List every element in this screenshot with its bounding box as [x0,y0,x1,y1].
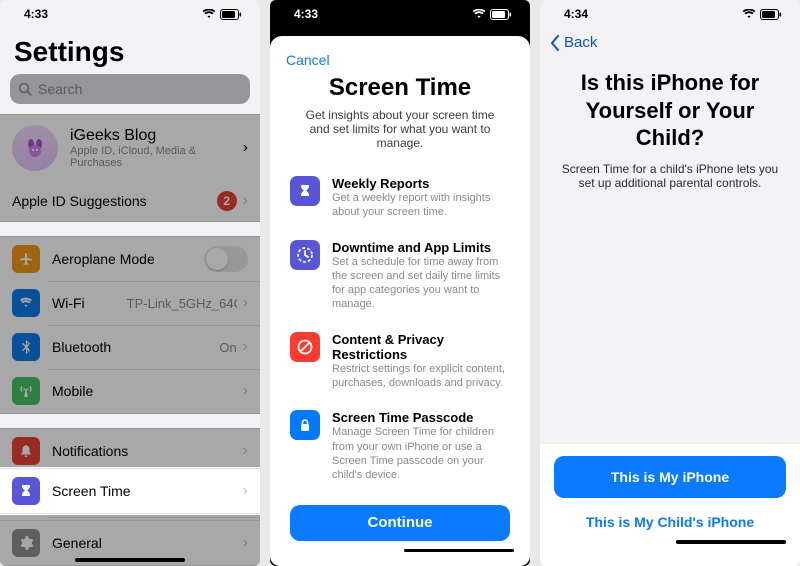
antenna-icon [12,377,40,405]
feature-title: Downtime and App Limits [332,240,510,255]
battery-icon [220,9,242,20]
aeroplane-icon [12,245,40,273]
status-bar: 4:33 [0,0,260,28]
row-label: Wi-Fi [52,295,127,311]
row-label: Mobile [52,383,243,399]
page-title: Settings [0,28,260,74]
wifi-icon [12,289,40,317]
home-indicator [75,558,185,562]
chevron-right-icon: › [243,338,248,356]
chevron-right-icon: › [243,534,248,552]
sheet-title: Screen Time [286,74,514,102]
row-label: Notifications [52,443,243,459]
chevron-left-icon [550,35,560,51]
aeroplane-row[interactable]: Aeroplane Mode [0,237,260,281]
status-bar: 4:34 [540,0,800,28]
home-indicator [676,540,786,544]
row-label: Apple ID Suggestions [12,193,217,209]
wifi-row[interactable]: Wi-Fi TP-Link_5GHz_64C7CF › [0,281,260,325]
mobile-row[interactable]: Mobile › [0,369,260,413]
clock: 4:33 [294,7,318,21]
continue-button[interactable]: Continue [290,505,510,541]
feature-desc: Get a weekly report with insights about … [332,191,510,220]
status-bar: 4:33 [270,0,530,28]
screen-time-sheet: Cancel Screen Time Get insights about yo… [270,36,530,566]
clock-icon [290,240,320,270]
chevron-right-icon: › [243,192,248,210]
battery-icon [760,9,782,20]
page-subtitle: Screen Time for a child's iPhone lets yo… [558,162,782,190]
bluetooth-icon [12,333,40,361]
row-label: Bluetooth [52,339,219,355]
sheet-subtitle: Get insights about your screen time and … [296,108,504,150]
feature-title: Screen Time Passcode [332,410,510,425]
chevron-right-icon: › [243,482,248,500]
feature-desc: Restrict settings for explicit content, … [332,362,510,391]
clock: 4:33 [24,7,48,21]
home-indicator [404,549,514,552]
row-label: Aeroplane Mode [52,251,204,267]
wifi-icon [202,9,216,19]
feature-title: Weekly Reports [332,176,510,191]
chevron-right-icon: › [243,139,248,157]
bluetooth-row[interactable]: Bluetooth On › [0,325,260,369]
lock-icon [290,410,320,440]
profile-sub: Apple ID, iCloud, Media & Purchases [70,145,243,169]
search-icon [18,82,32,96]
chevron-right-icon: › [243,442,248,460]
wifi-icon [742,9,756,19]
badge: 2 [217,191,237,211]
apple-id-suggestions-row[interactable]: Apple ID Suggestions 2 › [0,181,260,221]
row-value: TP-Link_5GHz_64C7CF [127,296,237,311]
feature-downtime: Downtime and App Limits Set a schedule f… [290,240,510,312]
feature-content: Content & Privacy Restrictions Restrict … [290,332,510,391]
back-button[interactable]: Back [540,28,800,55]
chevron-right-icon: › [243,294,248,312]
apple-id-row[interactable]: iGeeks Blog Apple ID, iCloud, Media & Pu… [0,115,260,181]
my-iphone-button[interactable]: This is My iPhone [554,456,786,498]
hourglass-icon [290,176,320,206]
feature-passcode: Screen Time Passcode Manage Screen Time … [290,410,510,482]
feature-desc: Manage Screen Time for children from you… [332,425,510,482]
clock: 4:34 [564,7,588,21]
battery-icon [490,9,512,20]
hourglass-icon [12,477,40,505]
bell-icon [12,437,40,465]
feature-title: Content & Privacy Restrictions [332,332,510,362]
wifi-icon [472,9,486,19]
search-input[interactable]: Search [10,74,250,104]
chevron-right-icon: › [243,382,248,400]
cancel-button[interactable]: Cancel [286,46,514,70]
avatar [12,125,58,171]
nosign-icon [290,332,320,362]
feature-desc: Set a schedule for time away from the sc… [332,255,510,312]
search-placeholder: Search [38,81,82,97]
row-value: On [219,340,236,355]
notifications-row[interactable]: Notifications › [0,429,260,473]
gear-icon [12,529,40,557]
aeroplane-toggle[interactable] [204,246,248,272]
row-label: Screen Time [52,483,243,499]
row-label: General [52,535,243,551]
feature-weekly: Weekly Reports Get a weekly report with … [290,176,510,220]
bottom-sheet: This is My iPhone This is My Child's iPh… [540,443,800,566]
page-title: Is this iPhone for Yourself or Your Chil… [556,69,784,152]
back-label: Back [564,34,597,51]
profile-name: iGeeks Blog [70,127,243,145]
childs-iphone-button[interactable]: This is My Child's iPhone [554,508,786,536]
